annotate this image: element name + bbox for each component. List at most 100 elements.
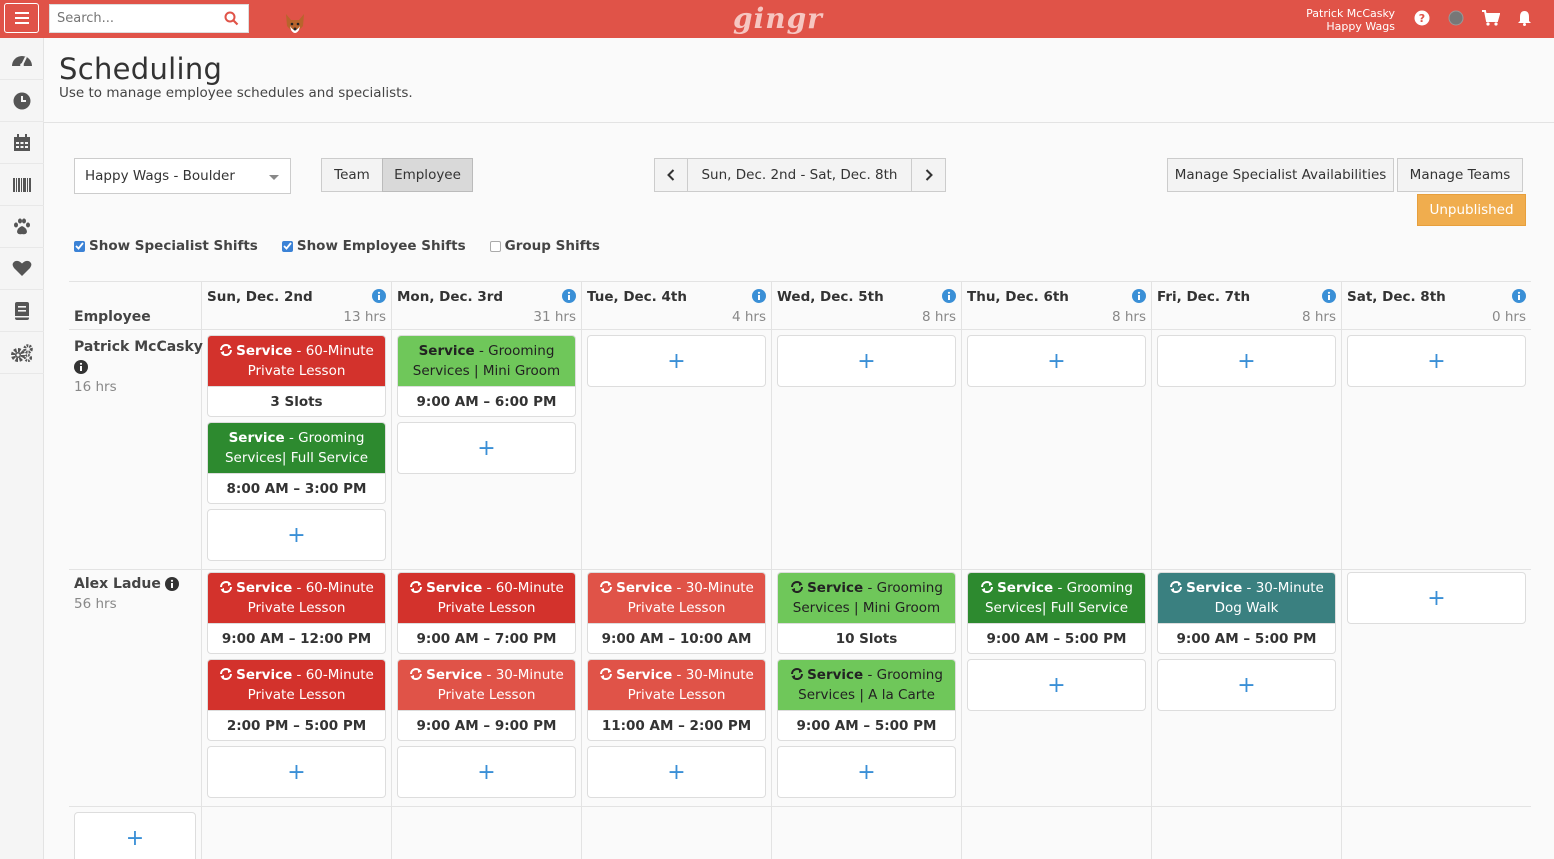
add-employee-button[interactable]: +: [74, 812, 196, 859]
sidebar-item-favorites[interactable]: [0, 248, 44, 290]
add-shift-button[interactable]: +: [207, 746, 386, 798]
chevron-right-icon: [925, 169, 933, 181]
add-shift-button[interactable]: +: [1347, 572, 1526, 624]
prev-week-button[interactable]: [654, 158, 688, 192]
status-icon[interactable]: [1448, 10, 1464, 26]
service-label: Service: [426, 580, 483, 596]
calendar-icon: [14, 133, 30, 151]
shift-time: 10 Slots: [778, 623, 955, 653]
bell-icon[interactable]: [1517, 10, 1532, 26]
show-employee-shifts-checkbox[interactable]: Show Employee Shifts: [281, 238, 466, 254]
show-specialist-shifts-label: Show Specialist Shifts: [89, 238, 258, 254]
add-shift-button[interactable]: +: [967, 335, 1146, 387]
search-icon[interactable]: [224, 11, 239, 26]
add-shift-button[interactable]: +: [777, 335, 956, 387]
repeat-icon: [1170, 581, 1183, 593]
info-icon[interactable]: [164, 577, 179, 591]
add-shift-button[interactable]: +: [777, 746, 956, 798]
day-hours: 8 hrs: [1111, 309, 1146, 325]
shift-time: 11:00 AM – 2:00 PM: [588, 710, 765, 740]
service-label: Service: [616, 667, 673, 683]
sidebar-item-barcode[interactable]: [0, 164, 44, 206]
sidebar-item-clock[interactable]: [0, 80, 44, 122]
add-shift-button[interactable]: +: [967, 659, 1146, 711]
add-shift-button[interactable]: +: [207, 509, 386, 561]
view-employee-button[interactable]: Employee: [382, 158, 473, 192]
info-icon[interactable]: [372, 289, 386, 303]
checkbox-checked-icon: [281, 240, 293, 252]
sidebar-item-dashboard[interactable]: [0, 38, 44, 80]
shift-card[interactable]: Service - 60-Minute Private Lesson 3 Slo…: [207, 335, 386, 417]
info-icon[interactable]: [1132, 289, 1146, 303]
user-info[interactable]: Patrick McCasky Happy Wags: [1306, 7, 1395, 33]
employee-name[interactable]: Patrick McCasky: [74, 339, 203, 355]
add-shift-button[interactable]: +: [1157, 335, 1336, 387]
page-title: Scheduling: [59, 52, 223, 86]
group-shifts-label: Group Shifts: [504, 238, 600, 254]
shift-card[interactable]: Service - 60-Minute Private Lesson 9:00 …: [397, 572, 576, 654]
repeat-icon: [410, 668, 423, 680]
day-header-wed: Wed, Dec. 5th 8 hrs: [772, 289, 961, 329]
clock-icon: [13, 92, 31, 109]
info-icon[interactable]: [752, 289, 766, 303]
info-icon[interactable]: [1322, 289, 1336, 303]
shift-card[interactable]: Service - 30-Minute Dog Walk 9:00 AM – 5…: [1157, 572, 1336, 654]
unpublished-button[interactable]: Unpublished: [1417, 194, 1526, 226]
sidebar-item-animals[interactable]: [0, 206, 44, 248]
dashboard-icon: [12, 55, 32, 67]
shift-time: 3 Slots: [208, 386, 385, 416]
gingr-logo[interactable]: gingr: [733, 2, 823, 35]
service-label: Service: [807, 667, 864, 683]
sidebar-item-settings[interactable]: [0, 332, 44, 374]
info-icon[interactable]: [1512, 289, 1526, 303]
show-specialist-shifts-checkbox[interactable]: Show Specialist Shifts: [74, 238, 258, 254]
add-shift-button[interactable]: +: [1347, 335, 1526, 387]
day-header-mon: Mon, Dec. 3rd 31 hrs: [392, 289, 581, 329]
hamburger-menu-button[interactable]: [4, 3, 39, 33]
repeat-icon: [220, 668, 233, 680]
shift-card[interactable]: Service - Grooming Services| Full Servic…: [967, 572, 1146, 654]
shift-time: 9:00 AM – 10:00 AM: [588, 623, 765, 653]
cart-icon[interactable]: [1482, 10, 1500, 26]
shift-card[interactable]: Service - 30-Minute Private Lesson 9:00 …: [397, 659, 576, 741]
shift-card[interactable]: Service - 30-Minute Private Lesson 11:00…: [587, 659, 766, 741]
grid-line: [1341, 281, 1342, 859]
add-shift-button[interactable]: +: [397, 746, 576, 798]
day-hours: 0 hrs: [1491, 309, 1526, 325]
location-select[interactable]: Happy Wags - Boulder: [74, 158, 291, 194]
shift-filters: Show Specialist Shifts Show Employee Shi…: [74, 238, 624, 254]
add-shift-button[interactable]: +: [587, 335, 766, 387]
add-shift-button[interactable]: +: [397, 422, 576, 474]
grid-line: [581, 281, 582, 859]
shift-card[interactable]: Service - 60-Minute Private Lesson 9:00 …: [207, 572, 386, 654]
help-icon[interactable]: ?: [1414, 10, 1430, 26]
day-header-thu: Thu, Dec. 6th 8 hrs: [962, 289, 1151, 329]
shift-card[interactable]: Service - 60-Minute Private Lesson 2:00 …: [207, 659, 386, 741]
info-icon[interactable]: [74, 360, 88, 374]
group-shifts-checkbox[interactable]: Group Shifts: [489, 238, 600, 254]
employee-name[interactable]: Alex Ladue: [74, 576, 179, 592]
grid-line: [1151, 281, 1152, 859]
info-icon[interactable]: [562, 289, 576, 303]
shift-card[interactable]: Service - Grooming Services | A la Carte…: [777, 659, 956, 741]
shift-card[interactable]: Service - Grooming Services| Full Servic…: [207, 422, 386, 504]
shift-time: 9:00 AM – 9:00 PM: [398, 710, 575, 740]
service-label: Service: [236, 343, 293, 359]
date-range-display[interactable]: Sun, Dec. 2nd - Sat, Dec. 8th: [687, 158, 912, 192]
checkbox-unchecked-icon: [489, 240, 501, 252]
view-team-button[interactable]: Team: [321, 158, 383, 192]
info-icon[interactable]: [942, 289, 956, 303]
barcode-icon: [13, 177, 31, 192]
settings-icon: [11, 343, 33, 362]
manage-specialist-availabilities-button[interactable]: Manage Specialist Availabilities: [1167, 158, 1394, 192]
add-shift-button[interactable]: +: [587, 746, 766, 798]
shift-card[interactable]: Service - Grooming Services | Mini Groom…: [397, 335, 576, 417]
sidebar-item-reports[interactable]: [0, 290, 44, 332]
manage-teams-button[interactable]: Manage Teams: [1397, 158, 1523, 192]
shift-card[interactable]: Service - 30-Minute Private Lesson 9:00 …: [587, 572, 766, 654]
sidebar-item-calendar[interactable]: [0, 122, 44, 164]
add-shift-button[interactable]: +: [1157, 659, 1336, 711]
next-week-button[interactable]: [911, 158, 946, 192]
shift-card[interactable]: Service - Grooming Services | Mini Groom…: [777, 572, 956, 654]
search-input[interactable]: [50, 5, 215, 32]
